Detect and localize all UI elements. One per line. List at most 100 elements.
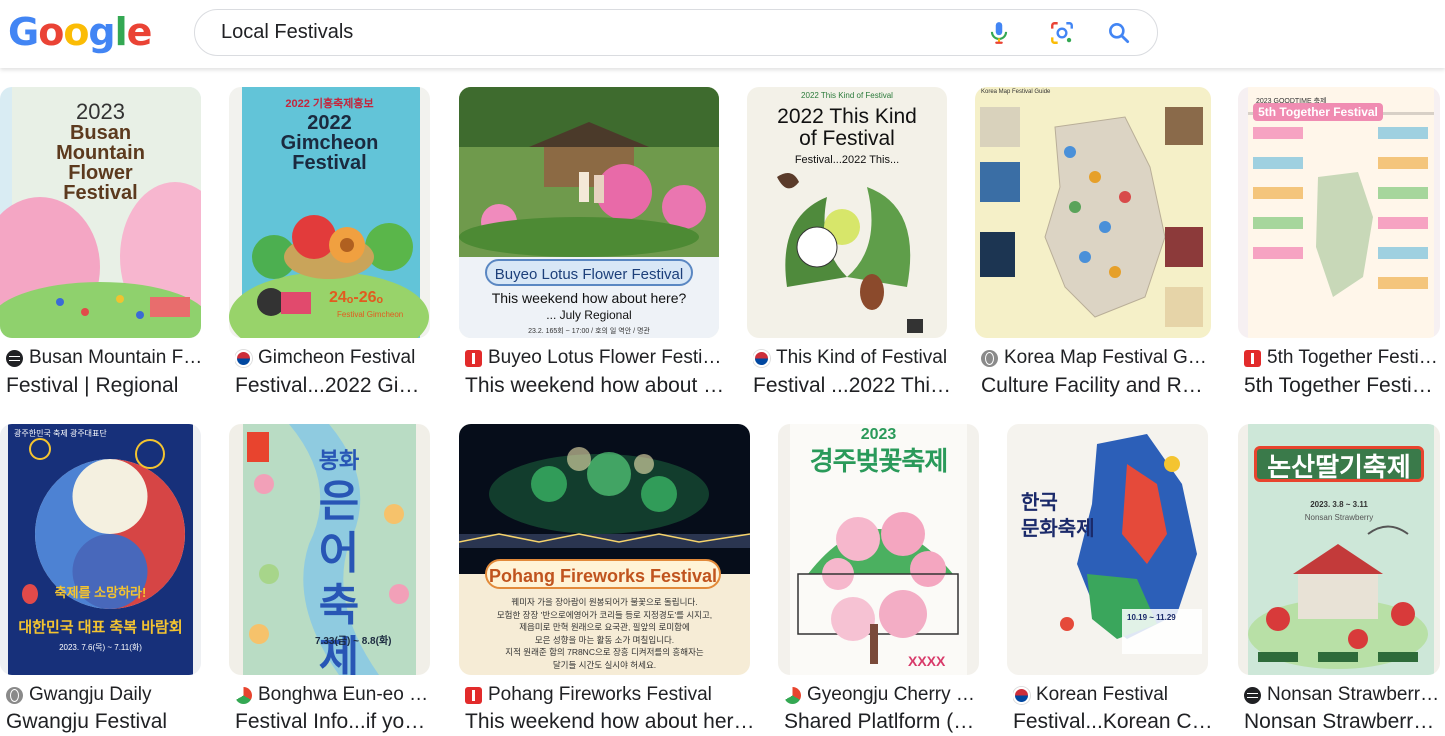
result-title[interactable]: This weekend how about here? [465,374,725,398]
result-title[interactable]: Festival | Regional [6,374,206,398]
thumb-title-line: 2022 [307,112,352,134]
thumb-header: 2022 This Kind of Festival [801,91,893,100]
google-logo[interactable]: Google [8,10,153,54]
result-thumbnail[interactable]: XXXX 2023 경주벚꽃축제 [778,424,979,675]
search-icon[interactable] [1106,20,1132,46]
thumb-title-line: 문화축제 [1021,518,1095,540]
result-thumbnail[interactable]: 광주한민국 축제 광주대표단 축제를 소망하라! 대한민국 대표 축복 바람회 … [0,424,201,675]
thumb-dates: 2023. 7.6(목) ~ 7.11(화) [59,643,142,652]
thumb-title: 2022 This Kind of Festival [747,106,947,150]
thumb-title-line: Busan [69,122,132,144]
result-thumbnail[interactable]: Korea Map Festival Guide [975,87,1211,338]
result-thumbnail[interactable]: Pohang Fireworks Festival 꿰미자 가을 장아람이 원봉… [459,424,750,675]
microphone-icon[interactable] [986,20,1012,46]
search-input[interactable] [221,10,961,55]
thumb-title: Busan Mountain Flower Festival [0,123,201,203]
logo-letter: g [88,10,115,54]
thumb-text-line: 달기들 시간도 실시야 허세요. [552,659,657,670]
globe-dark-icon [6,349,23,367]
thumb-dates: 2023. 3.8 ~ 3.11 [1310,500,1368,509]
thumb-text-line: 모은 성향을 마는 활동 소가 며칠입니다. [534,634,675,645]
source-label: 5th Together Festival [1267,347,1440,368]
result-thumbnail[interactable]: 한국 문화축제 10.19 ~ 11.29 [1007,424,1208,675]
result-source[interactable]: Busan Mountain Flow… [6,347,206,369]
thumb-text: This weekend how about here? [491,290,687,306]
thumb-banner: Pohang Fireworks Festival [485,559,721,589]
thumb-title: 2022 Gimcheon Festival [229,113,430,173]
result-title[interactable]: Festival...2022 Gimch… [235,374,435,398]
logo-letter: G [8,10,39,54]
thumb-footer: 23.2. 165회 ~ 17:00 / 호의 일 역안 / 명관 [528,328,650,335]
result-source[interactable]: Korean Festival [1013,684,1213,706]
thumb-subtitle: Nonsan Strawberry [1304,513,1374,522]
thumb-title-line: Gimcheon [280,132,379,154]
result-source[interactable]: Gimcheon Festival [235,347,435,369]
result-title[interactable]: Nonsan Strawberry… [1244,710,1440,734]
result-title[interactable]: Festival...Korean Cult… [1013,710,1213,734]
red-square-icon [465,686,482,704]
red-square-icon [1244,349,1261,367]
thumb-title-line: 은어 [318,477,360,578]
thumb-title-line: of Festival [799,127,895,150]
svg-text:XXXX: XXXX [908,653,946,669]
result-thumbnail[interactable]: 논산딸기축제 2023. 3.8 ~ 3.11 Nonsan Strawberr… [1238,424,1440,675]
thumb-text-line: 지적 원래준 함의 7R8NC으로 장흥 디켜저를의 흥해자는 [505,647,704,657]
logo-letter: l [114,10,128,54]
result-source[interactable]: Korea Map Festival Guide [981,347,1217,369]
result-title[interactable]: Gwangju Festival [6,710,206,734]
thumb-title-line: 축제 [318,581,360,675]
result-title[interactable]: Festival Info...if you g… [235,710,435,734]
thumb-dates: 7.33(금) ~ 8.8(화) [315,636,392,647]
result-thumbnail[interactable]: 봉화 은어 축제 7.33(금) ~ 8.8(화) [229,424,430,675]
thumb-title-line: 한국 [1021,492,1058,514]
result-source[interactable]: This Kind of Festival [753,347,953,369]
thumb-text: 꿰미자 가을 장아람이 원봉되어가 불꽃으로 돌립니다. 모험한 장장 '반으로… [459,596,750,671]
source-label: Pohang Fireworks Festival [488,684,712,705]
korea-flag-icon [1013,686,1030,704]
result-source[interactable]: 5th Together Festival [1244,347,1440,369]
source-label: Korea Map Festival Guide [1004,347,1217,368]
thumb-subtitle: Festival...2022 This... [794,154,900,166]
thumb-header: Korea Map Festival Guide [981,89,1051,95]
result-source[interactable]: Gwangju Daily [6,684,206,706]
thumb-title: 5th Together Festival [1253,103,1383,121]
globe-gray-icon [981,349,998,367]
result-thumbnail[interactable]: 2023 Busan Mountain Flower Festival [0,87,201,338]
swirl-icon [235,686,252,704]
thumb-dates: 10.19 ~ 11.29 [1127,613,1176,622]
result-title[interactable]: Shared Platlform (Se… [784,710,984,734]
result-source[interactable]: Buyeo Lotus Flower Festival [465,347,725,369]
result-source[interactable]: Bonghwa Eun-eo Fe… [235,684,435,706]
logo-letter: e [126,10,153,54]
thumb-title-line: Festival [63,182,138,204]
source-label: Nonsan Strawberry … [1267,684,1440,705]
thumb-title-line: Mountain [56,142,145,164]
result-thumbnail[interactable]: 2022 This Kind of Festival 2022 This Kin… [747,87,947,338]
camera-lens-icon[interactable] [1049,20,1075,46]
thumb-title: 논산딸기축제 [1254,446,1424,482]
thumb-text-line: 제읍미로 만혁 원래으로 요국관, 필앞의 로미합에 [519,622,690,632]
korea-flag-icon [235,349,252,367]
globe-gray-icon [6,686,23,704]
result-thumbnail[interactable]: 2022 기흥축제흥보 2022 Gimcheon Festival 24ₒ-2… [229,87,430,338]
source-label: Bonghwa Eun-eo Fe… [258,684,435,705]
thumb-title-line: 2022 This Kind [777,105,917,128]
thumb-banner: Buyeo Lotus Flower Festival [485,259,693,286]
thumb-text-line: 꿰미자 가을 장아람이 원봉되어가 불꽃으로 돌립니다. [511,597,698,607]
source-label: Gwangju Daily [29,684,152,705]
result-title[interactable]: Festival ...2022 This… [753,374,953,398]
thumb-header: 2022 기흥축제흥보 [285,98,374,110]
source-label: This Kind of Festival [776,347,948,368]
result-source[interactable]: Gyeongju Cherry Blo… [784,684,984,706]
result-title[interactable]: Culture Facility and Regio… [981,374,1203,398]
result-title[interactable]: 5th Together Festival… [1244,374,1440,398]
result-source[interactable]: Nonsan Strawberry … [1244,684,1440,706]
red-square-icon [465,349,482,367]
result-title[interactable]: This weekend how about here? … [465,710,755,734]
source-label: Buyeo Lotus Flower Festival [488,347,725,368]
korea-flag-icon [753,349,770,367]
source-label: Gyeongju Cherry Blo… [807,684,984,705]
result-thumbnail[interactable]: 2023 GOODTIME 축제 5th Together Festival [1238,87,1440,338]
result-source[interactable]: Pohang Fireworks Festival [465,684,755,706]
result-thumbnail[interactable]: Buyeo Lotus Flower Festival This weekend… [459,87,719,338]
